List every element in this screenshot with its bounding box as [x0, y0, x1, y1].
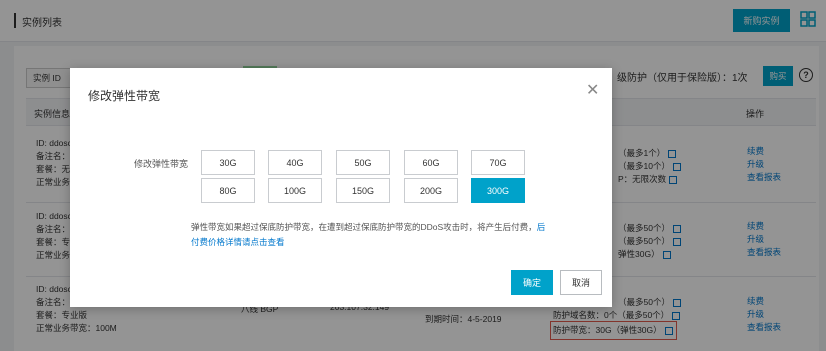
bandwidth-option-100g[interactable]: 100G	[268, 178, 322, 203]
bandwidth-option-80g[interactable]: 80G	[201, 178, 255, 203]
bandwidth-note: 弹性带宽如果超过保底防护带宽，在遭到超过保底防护带宽的DDoS攻击时，将产生后付…	[191, 220, 561, 250]
bandwidth-option-300g[interactable]: 300G	[471, 178, 525, 203]
edit-bandwidth-modal: 修改弹性带宽 ✕ 修改弹性带宽 30G 40G 50G 60G 70G 80G …	[70, 68, 612, 307]
note-link[interactable]: 后	[537, 222, 546, 232]
bandwidth-option-150g[interactable]: 150G	[336, 178, 390, 203]
bandwidth-option-200g[interactable]: 200G	[404, 178, 458, 203]
bandwidth-option-30g[interactable]: 30G	[201, 150, 255, 175]
modal-title: 修改弹性带宽	[88, 89, 161, 103]
confirm-button[interactable]: 确定	[511, 270, 553, 295]
field-label: 修改弹性带宽	[134, 159, 189, 169]
bandwidth-option-40g[interactable]: 40G	[268, 150, 322, 175]
price-detail-link[interactable]: 付费价格详情请点击查看	[191, 237, 285, 247]
bandwidth-option-60g[interactable]: 60G	[404, 150, 458, 175]
cancel-button[interactable]: 取消	[560, 270, 602, 295]
bandwidth-option-50g[interactable]: 50G	[336, 150, 390, 175]
close-icon[interactable]: ✕	[586, 83, 599, 99]
note-text: 弹性带宽如果超过保底防护带宽，在遭到超过保底防护带宽的DDoS攻击时，将产生后付…	[191, 222, 537, 232]
bandwidth-option-70g[interactable]: 70G	[471, 150, 525, 175]
